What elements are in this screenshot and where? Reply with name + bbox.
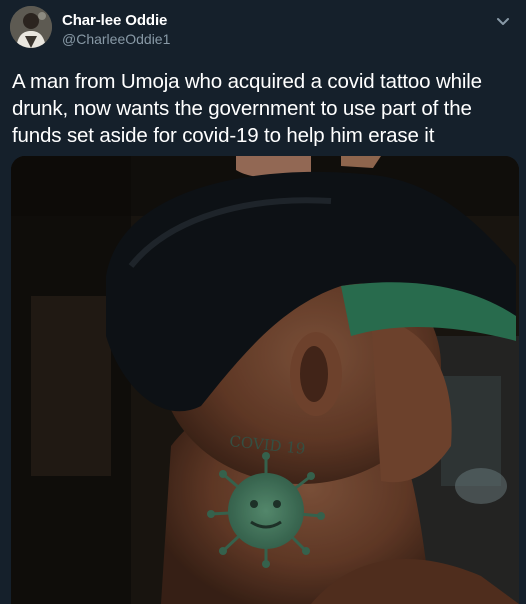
tweet-card: Char-lee Oddie @CharleeOddie1 A man from…	[0, 0, 526, 604]
author-display-name[interactable]: Char-lee Oddie	[62, 12, 167, 29]
author-handle[interactable]: @CharleeOddie1	[62, 31, 170, 47]
avatar-image	[10, 6, 52, 48]
photo-man-with-neck-tattoo: COVID 19	[11, 156, 519, 604]
tweet-photo[interactable]: COVID 19	[11, 156, 519, 604]
chevron-down-icon[interactable]	[492, 10, 514, 32]
tweet-text: A man from Umoja who acquired a covid ta…	[12, 70, 482, 147]
profile-avatar[interactable]	[10, 6, 52, 48]
